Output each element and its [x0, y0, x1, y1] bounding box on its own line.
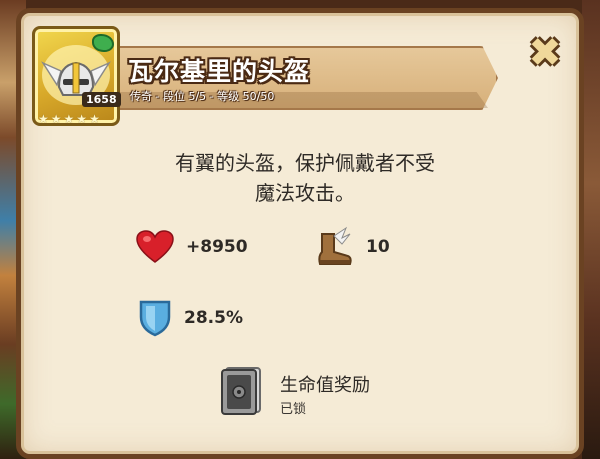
star-icon: ★	[63, 112, 75, 126]
bonus-name: 生命值奖励	[280, 375, 370, 396]
locked-safe-icon	[221, 367, 261, 415]
winged-boot-icon	[318, 226, 352, 265]
item-name: 瓦尔基里的头盔	[128, 57, 311, 86]
item-power-badge: 1658	[82, 92, 121, 107]
item-description: 有翼的头盔，保护佩戴者不受 魔法攻击。	[120, 148, 490, 208]
stat-health-value: +8950	[186, 237, 248, 257]
stat-defense-value: 28.5%	[184, 308, 243, 328]
star-icon: ★	[76, 112, 88, 126]
star-icon: ★	[89, 112, 100, 126]
bonus-status: 已锁	[280, 402, 307, 417]
stat-speed-value: 10	[366, 237, 390, 257]
close-button[interactable]: ✖	[522, 32, 568, 74]
stat-speed: 10	[312, 226, 390, 268]
star-rating: ★ ★ ★ ★ ★	[38, 112, 100, 126]
description-line: 魔法攻击。	[255, 181, 355, 205]
stat-health: +8950	[136, 230, 248, 264]
heart-icon	[136, 230, 174, 263]
background-scene-right	[582, 0, 600, 459]
shield-icon	[139, 300, 171, 337]
stat-defense: 28.5%	[138, 299, 243, 337]
description-line: 有翼的头盔，保护佩戴者不受	[175, 151, 435, 175]
close-icon: ✖	[528, 30, 562, 76]
star-icon: ★	[50, 112, 62, 126]
item-subtitle: 传奇 - 段位 5/5 - 等级 50/50	[130, 90, 275, 103]
star-icon: ★	[38, 112, 49, 126]
gem-icon	[92, 34, 114, 52]
